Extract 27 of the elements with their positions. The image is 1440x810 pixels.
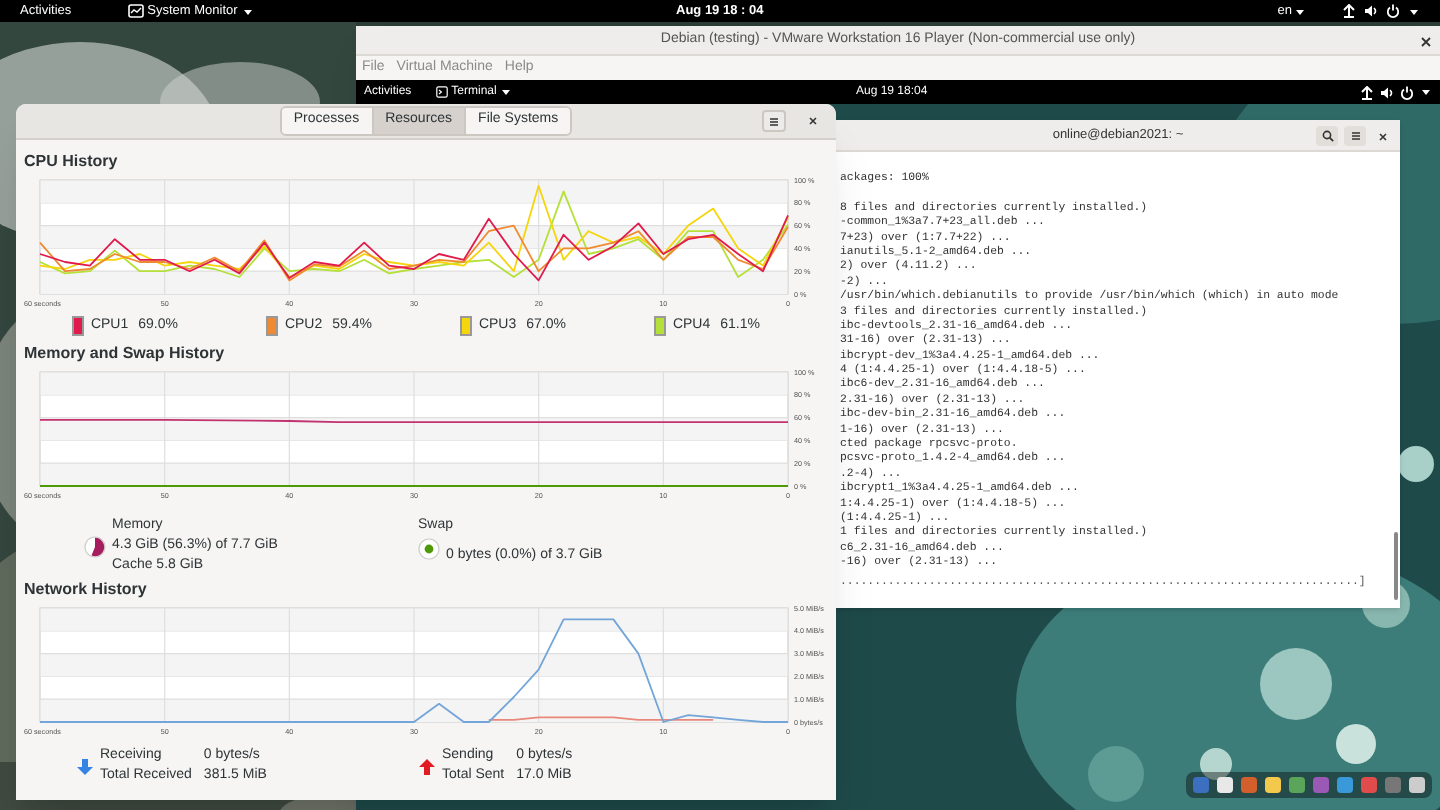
terminal-icon [435,86,448,98]
network-icon[interactable] [1342,4,1356,18]
app-icon [127,4,144,18]
close-icon[interactable] [1420,36,1432,48]
close-icon [1377,131,1387,141]
power-icon[interactable] [1386,4,1400,18]
close-button[interactable] [804,112,822,130]
caret-icon [500,86,513,98]
network-icon[interactable] [1360,85,1374,99]
menu-icon [1349,130,1361,142]
volume-icon[interactable] [1364,4,1378,18]
usage-pie[interactable] [418,538,440,560]
scrollbar[interactable] [1394,532,1398,600]
menu-button[interactable] [762,110,786,132]
color-swatch[interactable] [654,316,667,336]
caret-icon [1294,5,1306,17]
search-icon [1321,130,1333,142]
menu-icon [768,115,780,127]
caret-icon [241,5,254,17]
volume-icon[interactable] [1380,85,1394,99]
close-icon [808,116,818,126]
menu-button[interactable] [1344,126,1366,146]
caret-icon[interactable] [1408,5,1420,17]
search-button[interactable] [1316,126,1338,146]
color-swatch[interactable] [460,316,473,336]
caret-icon[interactable] [1420,86,1432,98]
power-icon[interactable] [1400,85,1414,99]
